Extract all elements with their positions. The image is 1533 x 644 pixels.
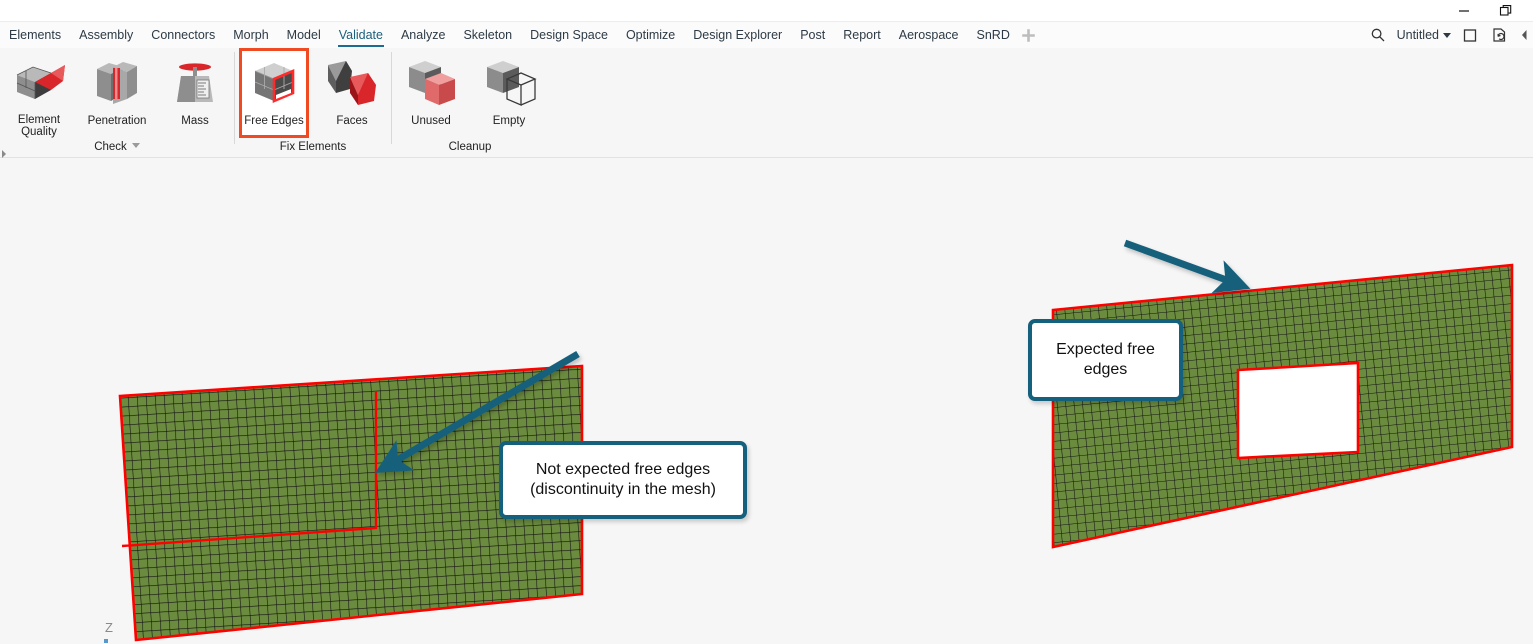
menu-bar-right-tools: Untitled bbox=[1363, 22, 1533, 48]
ribbon-button-empty[interactable]: Empty bbox=[470, 48, 548, 138]
ribbon-button-faces[interactable]: Faces bbox=[313, 48, 391, 138]
search-icon bbox=[1371, 28, 1385, 42]
ribbon-group-items: Element Quality Penetration Mass bbox=[0, 48, 234, 138]
penetration-icon bbox=[89, 52, 145, 114]
model-canvas[interactable]: Z Not expected free edges (discontinuity… bbox=[0, 158, 1533, 644]
plus-icon bbox=[1022, 28, 1036, 42]
restore-icon bbox=[1499, 5, 1512, 16]
ribbon-group-title-text: Check bbox=[94, 141, 127, 153]
callout-expected-line2: edges bbox=[1083, 361, 1128, 378]
menu-item-skeleton[interactable]: Skeleton bbox=[454, 22, 521, 48]
ribbon-button-label: Empty bbox=[492, 115, 526, 127]
menu-item-elements[interactable]: Elements bbox=[0, 22, 70, 48]
menu-item-optimize[interactable]: Optimize bbox=[617, 22, 684, 48]
ribbon-button-free-edges[interactable]: Free Edges bbox=[235, 48, 313, 138]
collapse-ribbon-button[interactable] bbox=[1515, 22, 1533, 48]
mass-icon bbox=[167, 52, 223, 114]
ribbon-group-title: Fix Elements bbox=[235, 141, 391, 153]
ribbon-group-check: Element Quality Penetration Mass Check bbox=[0, 48, 234, 158]
menu-item-validate[interactable]: Validate bbox=[330, 22, 392, 48]
layout-square-button[interactable] bbox=[1455, 22, 1485, 48]
ribbon-group-fix-elements: Free Edges Faces Fix Elements bbox=[235, 48, 391, 158]
menu-bar: Elements Assembly Connectors Morph Model Vali… bbox=[0, 22, 1533, 48]
window-controls bbox=[1443, 0, 1527, 22]
document-selector[interactable]: Untitled bbox=[1393, 28, 1455, 42]
menu-item-snrd[interactable]: SnRD bbox=[968, 22, 1019, 48]
document-name-label: Untitled bbox=[1396, 28, 1439, 42]
ribbon-group-title[interactable]: Check bbox=[0, 141, 234, 153]
ribbon-toolbar: Element Quality Penetration Mass Check Free … bbox=[0, 48, 1533, 158]
ribbon-button-mass[interactable]: Mass bbox=[156, 48, 234, 138]
menu-item-model[interactable]: Model bbox=[278, 22, 330, 48]
ribbon-button-label: Element Quality bbox=[17, 114, 61, 138]
ribbon-group-title-text: Cleanup bbox=[448, 141, 492, 153]
ribbon-groups: Element Quality Penetration Mass Check Free … bbox=[0, 48, 548, 158]
menu-item-morph[interactable]: Morph bbox=[224, 22, 277, 48]
faces-icon bbox=[324, 52, 380, 114]
callout-expected-free-edges: Expected free edges bbox=[1028, 319, 1183, 401]
free-edges-icon bbox=[246, 52, 302, 114]
minimize-button[interactable] bbox=[1443, 0, 1485, 22]
callout-expected-line1: Expected free bbox=[1056, 341, 1155, 358]
right-plate-hole-free-edge bbox=[1236, 361, 1360, 460]
ribbon-group-title-text: Fix Elements bbox=[279, 141, 347, 153]
ribbon-button-label: Free Edges bbox=[244, 115, 304, 127]
ribbon-group-items: Free Edges Faces bbox=[235, 48, 391, 138]
search-button[interactable] bbox=[1363, 22, 1393, 48]
chevron-down-icon[interactable] bbox=[131, 143, 140, 148]
menu-item-post[interactable]: Post bbox=[791, 22, 834, 48]
callout-not-expected-line2: (discontinuity in the mesh) bbox=[530, 481, 716, 498]
element-quality-icon bbox=[11, 52, 67, 113]
ribbon-button-element-quality[interactable]: Element Quality bbox=[0, 48, 78, 138]
ribbon-group-items: Unused Empty bbox=[392, 48, 548, 138]
right-mesh-plate bbox=[1051, 263, 1514, 549]
menu-item-connectors[interactable]: Connectors bbox=[142, 22, 224, 48]
ribbon-button-label: Faces bbox=[336, 115, 368, 127]
ribbon-group-title: Cleanup bbox=[392, 141, 548, 153]
menu-item-design-explorer[interactable]: Design Explorer bbox=[684, 22, 791, 48]
chevron-left-icon bbox=[1521, 30, 1526, 40]
callout-not-expected-line1: Not expected free edges bbox=[535, 461, 711, 478]
square-icon bbox=[1463, 28, 1476, 42]
callout-not-expected-free-edges: Not expected free edges (discontinuity i… bbox=[499, 441, 747, 519]
title-bar bbox=[0, 0, 1533, 22]
axis-label-z: Z bbox=[105, 620, 113, 635]
empty-icon bbox=[481, 52, 537, 114]
menu-item-design-space[interactable]: Design Space bbox=[521, 22, 617, 48]
menu-item-report[interactable]: Report bbox=[834, 22, 890, 48]
menu-item-assembly[interactable]: Assembly bbox=[70, 22, 142, 48]
restore-button[interactable] bbox=[1485, 0, 1527, 22]
ribbon-button-penetration[interactable]: Penetration bbox=[78, 48, 156, 138]
document-reload-button[interactable] bbox=[1485, 22, 1515, 48]
menu-item-aerospace[interactable]: Aerospace bbox=[890, 22, 968, 48]
document-reload-icon bbox=[1493, 28, 1506, 42]
ribbon-button-unused[interactable]: Unused bbox=[392, 48, 470, 138]
ribbon-button-label: Mass bbox=[181, 115, 209, 127]
ribbon-button-label: Unused bbox=[411, 115, 451, 127]
add-tab-button[interactable] bbox=[1019, 22, 1039, 48]
unused-icon bbox=[403, 52, 459, 114]
minimize-icon bbox=[1459, 10, 1469, 12]
mesh-graphics bbox=[118, 239, 1514, 642]
arrow-to-hole bbox=[1123, 239, 1251, 294]
chevron-down-icon bbox=[1443, 32, 1451, 38]
ribbon-group-cleanup: Unused Empty Cleanup bbox=[392, 48, 548, 158]
ribbon-button-label: Penetration bbox=[87, 115, 147, 127]
menu-item-analyze[interactable]: Analyze bbox=[392, 22, 454, 48]
axis-triad-icon bbox=[104, 639, 108, 643]
